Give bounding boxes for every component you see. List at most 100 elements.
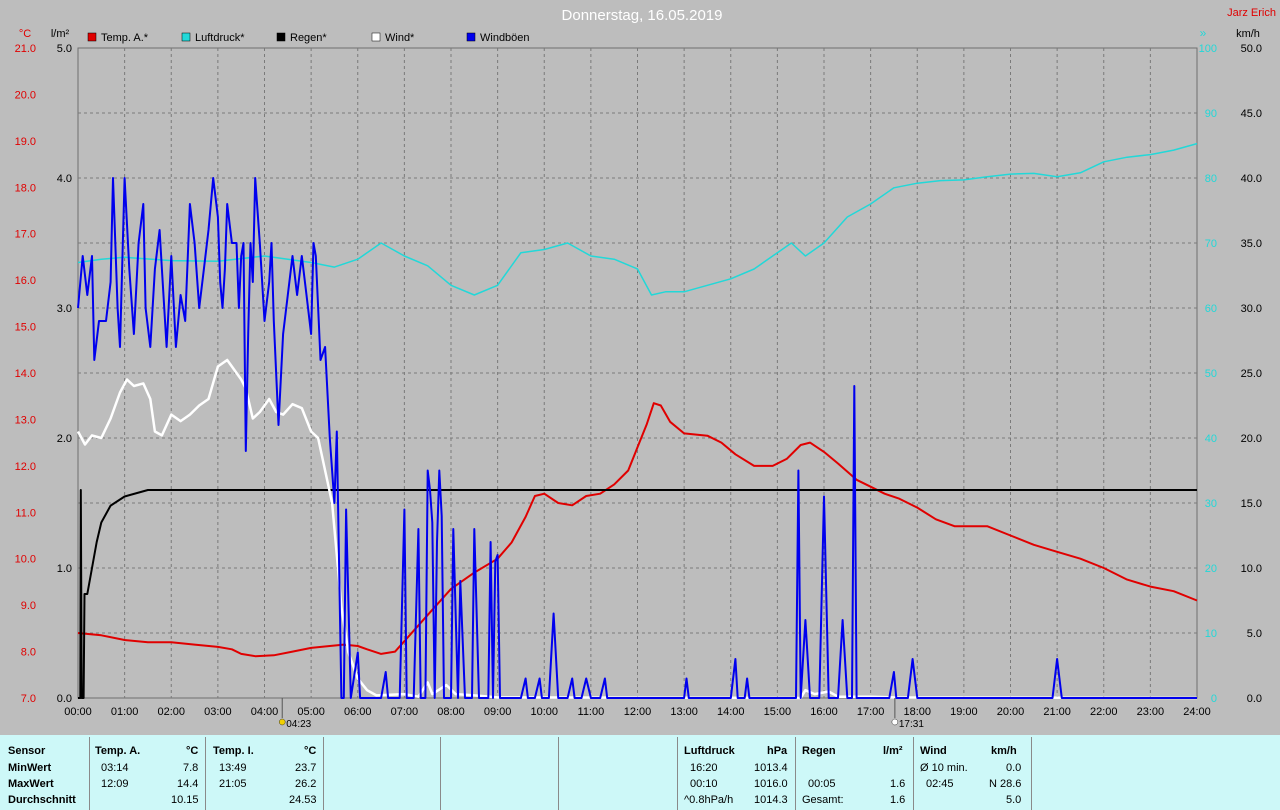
sunset-icon	[891, 718, 899, 726]
wind-unit: km/h	[991, 745, 1017, 757]
x-tick-label: 07:00	[391, 706, 419, 718]
wind-max: N 28.6	[989, 778, 1022, 790]
row-label-min: MinWert	[8, 762, 52, 774]
x-tick-label: 08:00	[437, 706, 465, 718]
rain-tick-label: 1.0	[57, 563, 72, 575]
x-tick-label: 05:00	[297, 706, 325, 718]
legend-label: Regen*	[290, 32, 327, 44]
panel-divider	[913, 737, 914, 810]
wind-tick-label: 20.0	[1241, 433, 1262, 445]
pressure-tick-label: 10	[1205, 628, 1217, 640]
wind-tick-label: 15.0	[1241, 498, 1262, 510]
x-tick-label: 20:00	[997, 706, 1025, 718]
x-tick-label: 23:00	[1137, 706, 1165, 718]
pressure-tick-label: 30	[1205, 498, 1217, 510]
row-label-avg: Durchschnitt	[8, 794, 76, 806]
sunrise-icon	[278, 718, 286, 726]
x-tick-label: 24:00	[1183, 706, 1211, 718]
rain-tick-label: 3.0	[57, 303, 72, 315]
temp-tick-label: 17.0	[15, 229, 36, 241]
wind-avg10: 0.0	[1006, 762, 1022, 774]
temp-i-unit: °C	[304, 745, 317, 757]
pressure-tick-label: 60	[1205, 303, 1217, 315]
temp-a-max-time: 12:09	[101, 778, 129, 790]
wind-tick-label: 35.0	[1241, 238, 1262, 250]
wind-tick-label: 5.0	[1247, 628, 1262, 640]
legend-label: Wind*	[385, 32, 415, 44]
legend-swatch	[466, 32, 476, 42]
temp-tick-label: 8.0	[21, 647, 36, 659]
rain-tick-label: 4.0	[57, 173, 72, 185]
pressure-min: 1013.4	[754, 762, 788, 774]
x-tick-label: 01:00	[111, 706, 139, 718]
wind-tick-label: 50.0	[1241, 43, 1262, 55]
x-tick-label: 00:00	[64, 706, 92, 718]
x-tick-label: 04:00	[251, 706, 279, 718]
rain-header: Regen	[802, 745, 836, 757]
sensor-header: Sensor	[8, 745, 46, 757]
pressure-tick-label: 20	[1205, 563, 1217, 575]
pressure-tick-label: 90	[1205, 108, 1217, 120]
pressure-header: Luftdruck	[684, 745, 735, 757]
rain-tick-label: 2.0	[57, 433, 72, 445]
pressure-tick-label: 50	[1205, 368, 1217, 380]
temp-i-max-time: 21:05	[219, 778, 247, 790]
chart-background	[0, 0, 1280, 735]
legend-label: Windböen	[480, 32, 530, 44]
rain-max-time: 00:05	[808, 778, 836, 790]
wind-avg10-label: Ø 10 min.	[920, 762, 968, 774]
legend-swatch	[276, 32, 286, 42]
wind-max-time: 02:45	[926, 778, 954, 790]
legend-label: Luftdruck*	[195, 32, 245, 44]
pressure-max: 1016.0	[754, 778, 788, 790]
temp-a-unit: °C	[186, 745, 199, 757]
temp-i-min: 23.7	[295, 762, 317, 774]
pressure-unit-label: »	[1200, 26, 1207, 40]
rain-unit-label: l/m²	[51, 28, 70, 40]
x-tick-label: 16:00	[810, 706, 838, 718]
wind-tick-label: 0.0	[1247, 693, 1262, 705]
x-tick-label: 09:00	[484, 706, 512, 718]
wind-tick-label: 45.0	[1241, 108, 1262, 120]
chart-title: Donnerstag, 16.05.2019	[562, 7, 723, 24]
temp-i-max: 26.2	[295, 778, 317, 790]
rain-tick-label: 0.0	[57, 693, 72, 705]
panel-divider	[795, 737, 796, 810]
x-tick-label: 10:00	[530, 706, 558, 718]
temp-i-avg: 24.53	[289, 794, 317, 806]
temp-i-min-time: 13:49	[219, 762, 247, 774]
rain-total-label: Gesamt:	[802, 794, 844, 806]
temp-a-min: 7.8	[183, 762, 199, 774]
temp-tick-label: 11.0	[15, 507, 36, 519]
x-tick-label: 17:00	[857, 706, 885, 718]
wind-avg: 5.0	[1006, 794, 1022, 806]
temp-i-header: Temp. I.	[213, 745, 254, 757]
panel-divider	[89, 737, 90, 810]
temp-tick-label: 9.0	[21, 600, 36, 612]
temp-tick-label: 7.0	[21, 693, 36, 705]
temp-tick-label: 13.0	[15, 414, 36, 426]
pressure-trend: ^0.8hPa/h	[684, 794, 734, 806]
x-tick-label: 12:00	[624, 706, 652, 718]
pressure-max-time: 00:10	[690, 778, 718, 790]
row-label-max: MaxWert	[8, 778, 54, 790]
x-tick-label: 18:00	[903, 706, 931, 718]
x-tick-label: 22:00	[1090, 706, 1118, 718]
pressure-tick-label: 40	[1205, 433, 1217, 445]
x-tick-label: 21:00	[1043, 706, 1071, 718]
wind-tick-label: 25.0	[1241, 368, 1262, 380]
panel-divider	[440, 737, 441, 810]
rain-max: 1.6	[890, 778, 906, 790]
temp-a-header: Temp. A.	[95, 745, 141, 757]
wind-tick-label: 40.0	[1241, 173, 1262, 185]
sunset-time-label: 17:31	[899, 719, 924, 730]
temp-a-min-time: 03:14	[101, 762, 129, 774]
temp-tick-label: 19.0	[15, 136, 36, 148]
rain-tick-label: 5.0	[57, 43, 72, 55]
x-tick-label: 14:00	[717, 706, 745, 718]
x-tick-label: 02:00	[157, 706, 185, 718]
temp-tick-label: 12.0	[15, 461, 36, 473]
panel-divider	[1031, 737, 1032, 810]
sunrise-time-label: 04:23	[286, 719, 311, 730]
wind-tick-label: 10.0	[1241, 563, 1262, 575]
